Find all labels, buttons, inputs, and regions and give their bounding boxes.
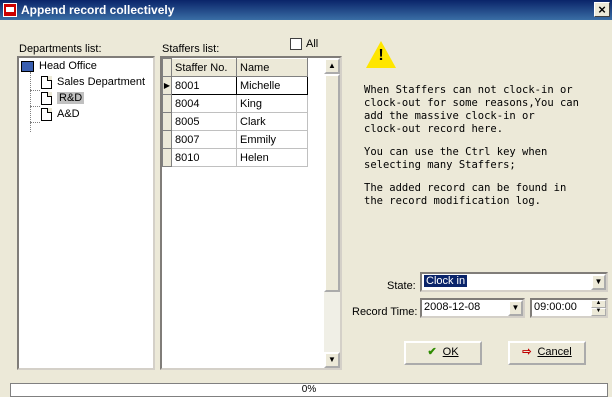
table-header-row: Staffer No. Name: [162, 58, 308, 77]
tree-node-and[interactable]: A&D: [41, 106, 80, 122]
staffers-grid[interactable]: Staffer No. Name ▶ 8001 Michelle 8004 Ki…: [160, 56, 342, 370]
departments-label: Departments list:: [19, 43, 102, 55]
column-header-name[interactable]: Name: [236, 58, 308, 77]
staffers-label: Staffers list:: [162, 43, 220, 55]
cell-staffer-no[interactable]: 8001: [171, 76, 237, 95]
date-picker[interactable]: 2008-12-08 ▼: [420, 298, 525, 318]
all-checkbox[interactable]: [290, 38, 302, 50]
row-indicator: [162, 148, 172, 167]
app-icon: [3, 3, 17, 17]
scroll-down-icon[interactable]: ▼: [324, 352, 340, 368]
document-icon: [41, 75, 52, 89]
departments-tree[interactable]: Head Office Sales Department R&D A&D: [17, 56, 155, 370]
document-icon: [41, 91, 52, 105]
cell-staffer-no[interactable]: 8010: [171, 148, 237, 167]
info-message-2: You can use the Ctrl key when selecting …: [364, 146, 548, 171]
cancel-label: Cancel: [537, 346, 572, 358]
row-indicator: [162, 112, 172, 131]
tree-node-head-office[interactable]: Head Office: [21, 58, 97, 74]
cancel-icon: ⇨: [522, 346, 532, 358]
tree-node-label: Head Office: [39, 60, 97, 72]
column-header-staffer-no[interactable]: Staffer No.: [171, 58, 237, 77]
info-message-3: The added record can be found in the rec…: [364, 182, 567, 207]
all-label: All: [306, 38, 319, 50]
cell-name[interactable]: Helen: [236, 148, 308, 167]
title-bar[interactable]: Append record collectively ×: [0, 0, 612, 20]
current-row-arrow-icon: ▶: [162, 76, 172, 95]
row-indicator-header: [162, 58, 172, 77]
table-row[interactable]: 8007 Emmily: [162, 130, 308, 149]
date-value: 2008-12-08: [424, 301, 481, 313]
scroll-up-icon[interactable]: ▲: [324, 58, 340, 74]
chevron-down-icon[interactable]: ▼: [591, 274, 606, 290]
checkmark-icon: ✔: [427, 346, 437, 358]
cell-name[interactable]: King: [236, 94, 308, 113]
close-button[interactable]: ×: [594, 2, 610, 17]
document-icon: [41, 107, 52, 121]
cell-staffer-no[interactable]: 8007: [171, 130, 237, 149]
window-title: Append record collectively: [21, 3, 175, 17]
table-row[interactable]: 8005 Clark: [162, 112, 308, 131]
state-select[interactable]: Clock in ▼: [420, 272, 608, 292]
state-value: Clock in: [424, 275, 468, 287]
cell-staffer-no[interactable]: 8005: [171, 112, 237, 131]
state-label: State:: [387, 280, 416, 292]
cell-name[interactable]: Clark: [236, 112, 308, 131]
progress-bar: 0%: [10, 383, 608, 397]
cancel-button[interactable]: ⇨ Cancel: [508, 341, 586, 365]
staffers-table: Staffer No. Name ▶ 8001 Michelle 8004 Ki…: [162, 58, 308, 167]
info-message-1: When Staffers can not clock-in or clock-…: [364, 84, 579, 135]
time-value: 09:00:00: [534, 301, 577, 313]
cell-staffer-no[interactable]: 8004: [171, 94, 237, 113]
table-row[interactable]: ▶ 8001 Michelle: [162, 76, 308, 95]
row-indicator: [162, 94, 172, 113]
tree-node-label: Sales Department: [57, 76, 146, 88]
computer-icon: [21, 60, 34, 72]
tree-node-sales-department[interactable]: Sales Department: [41, 74, 145, 90]
chevron-down-icon[interactable]: ▼: [508, 300, 523, 316]
warning-mark: !: [378, 47, 384, 64]
spin-down-icon[interactable]: ▼: [591, 308, 606, 316]
scroll-thumb[interactable]: [324, 74, 340, 292]
table-row[interactable]: 8004 King: [162, 94, 308, 113]
progress-text: 0%: [301, 384, 317, 395]
ok-button[interactable]: ✔ OK: [404, 341, 482, 365]
cell-name[interactable]: Michelle: [236, 76, 308, 95]
row-indicator: [162, 130, 172, 149]
spin-up-icon[interactable]: ▲: [591, 300, 606, 308]
ok-label: OK: [442, 346, 459, 358]
table-row[interactable]: 8010 Helen: [162, 148, 308, 167]
cell-name[interactable]: Emmily: [236, 130, 308, 149]
time-spinner[interactable]: 09:00:00 ▲ ▼: [530, 298, 608, 318]
record-time-label: Record Time:: [352, 306, 418, 318]
tree-node-label: R&D: [57, 92, 85, 104]
tree-node-rnd[interactable]: R&D: [41, 90, 85, 106]
staffers-scrollbar[interactable]: ▲ ▼: [324, 58, 340, 368]
tree-node-label: A&D: [57, 108, 80, 120]
